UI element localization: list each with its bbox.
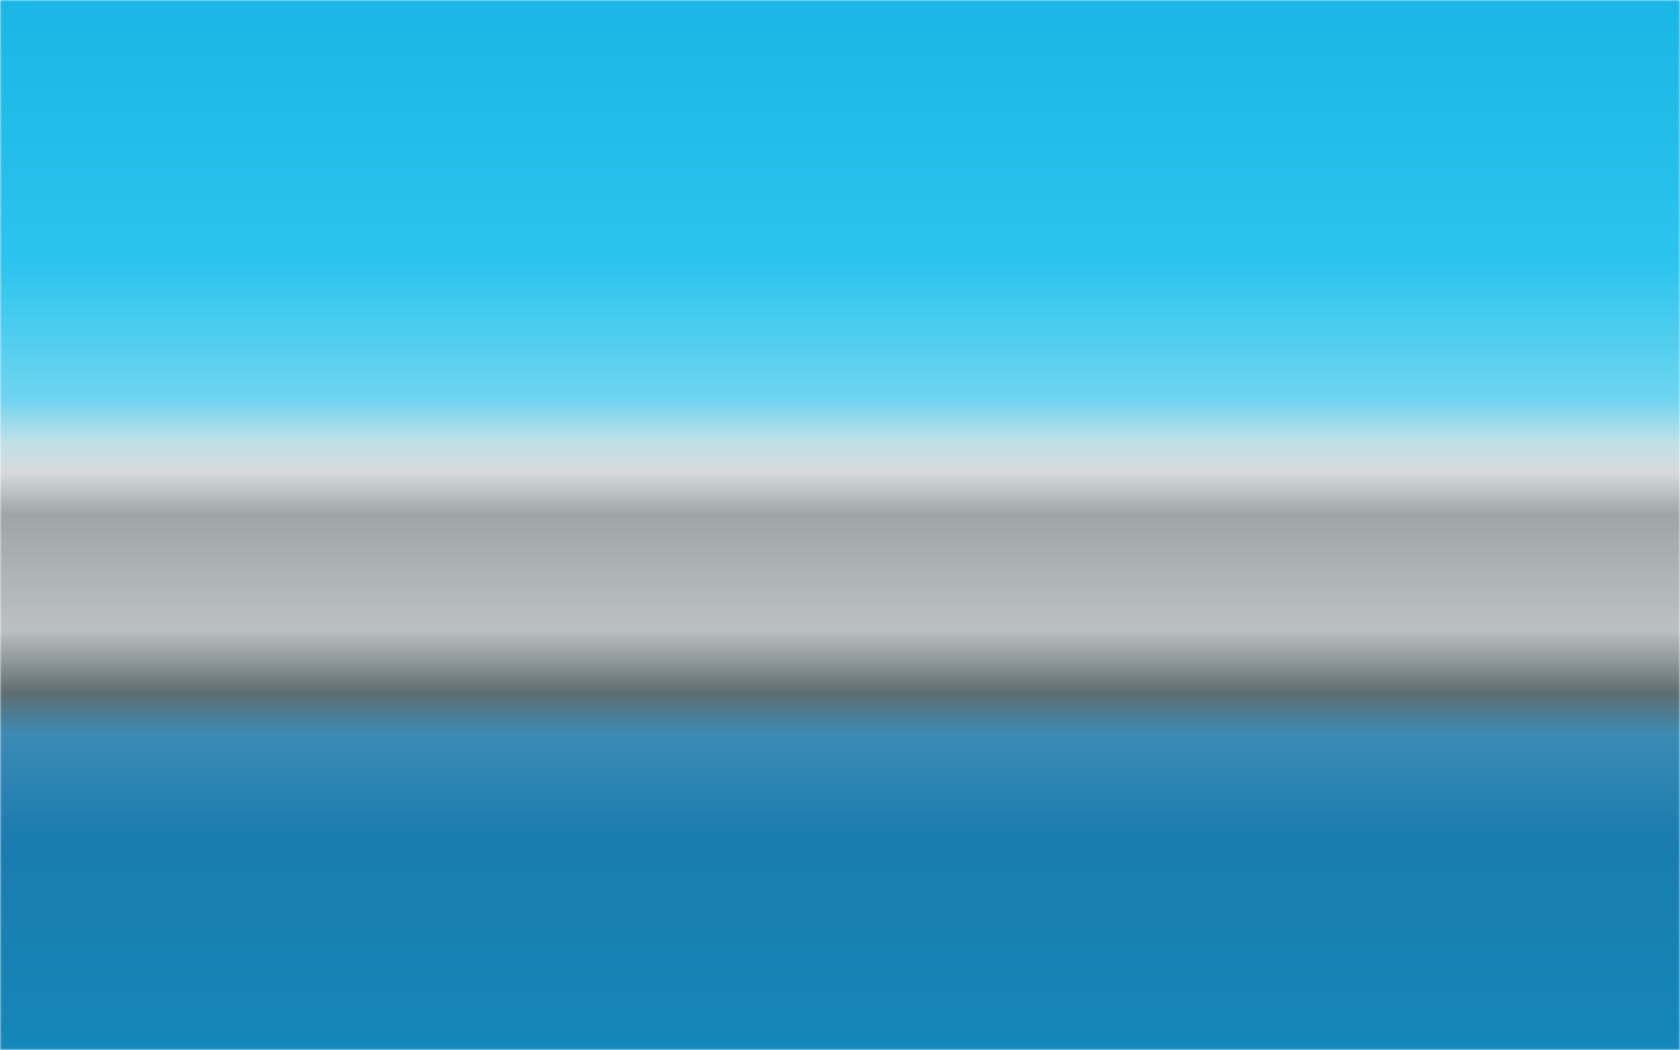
desktop-wallpaper	[0, 0, 1680, 1050]
